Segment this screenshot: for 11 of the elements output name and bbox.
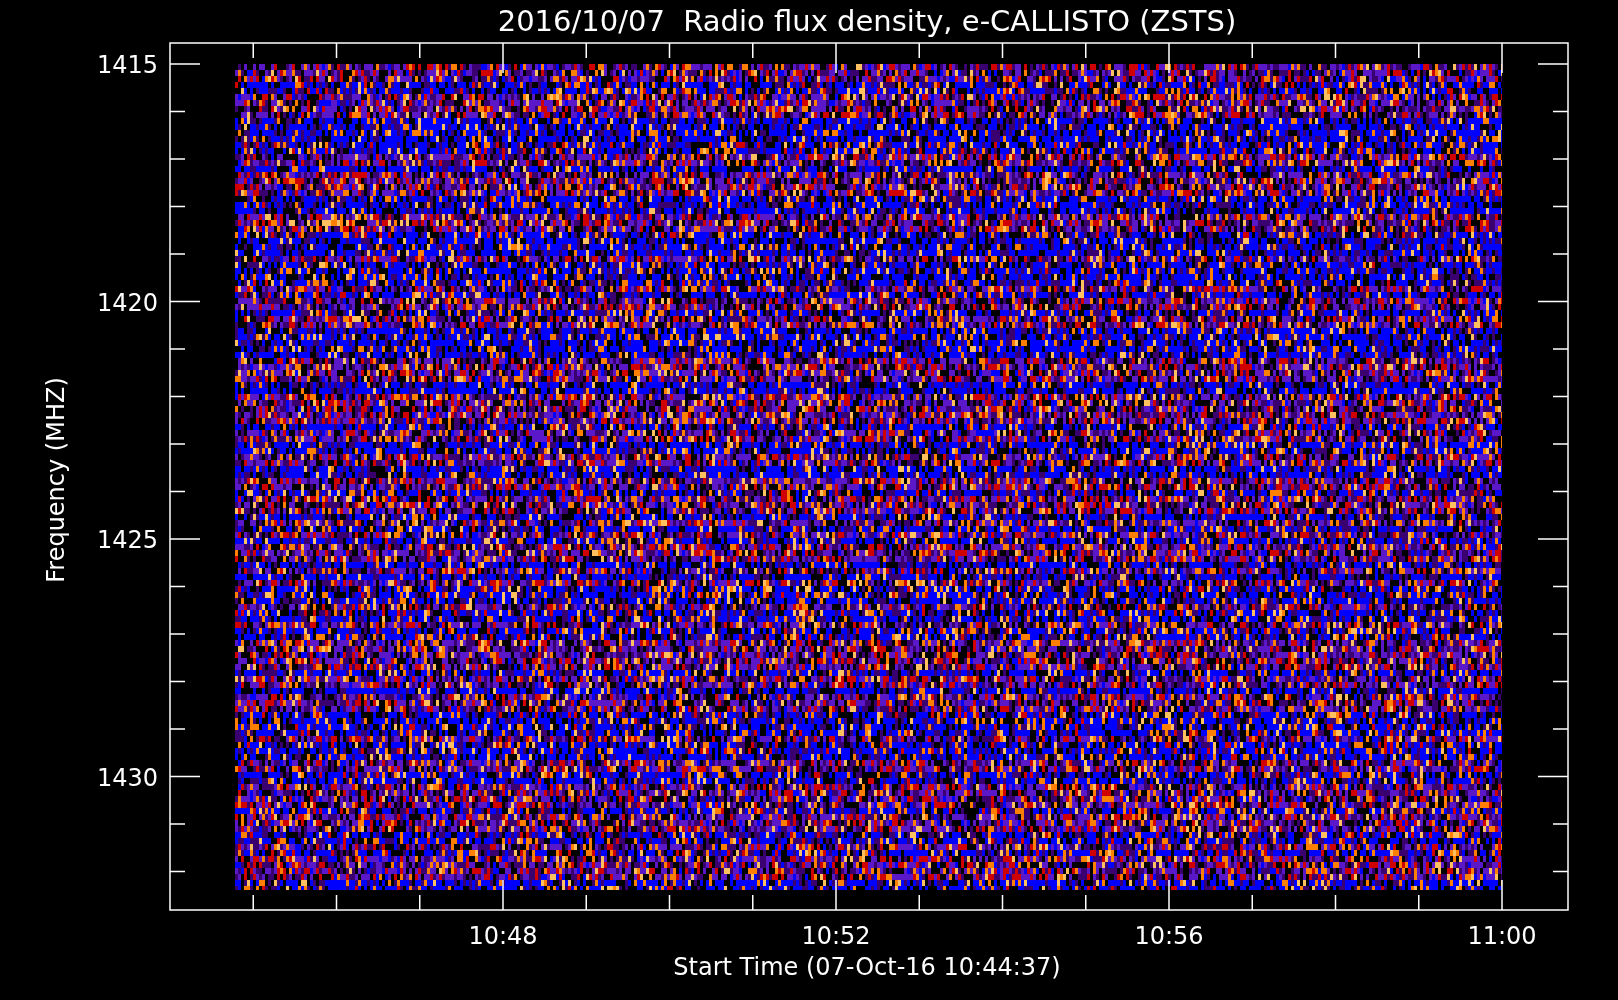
y-tick-label: 1420 xyxy=(96,288,158,317)
y-tick-label: 1430 xyxy=(96,763,158,792)
plot-title: 2016/10/07 Radio flux density, e-CALLISTO (ZSTS) xyxy=(497,4,1237,38)
x-tick-label: 10:56 xyxy=(1134,922,1204,950)
y-tick-label: 1415 xyxy=(96,51,158,79)
x-tick-label: 10:48 xyxy=(468,922,538,950)
x-axis-label: Start Time (07-Oct-16 10:44:37) xyxy=(673,953,1061,981)
x-tick-label: 10:52 xyxy=(801,922,871,950)
y-tick-label: 1425 xyxy=(96,526,158,554)
y-axis-label: Frequency (MHZ) xyxy=(42,377,70,583)
x-tick-label: 11:00 xyxy=(1467,922,1537,950)
